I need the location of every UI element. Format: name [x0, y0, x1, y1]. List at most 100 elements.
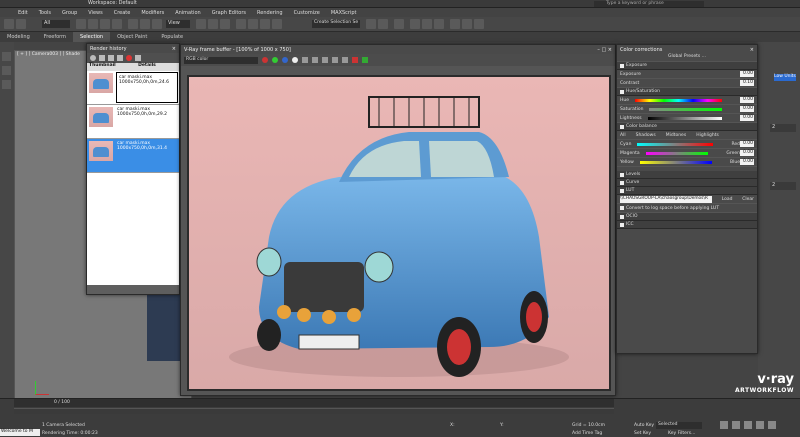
menu-maxscript[interactable]: MAXScript: [331, 10, 357, 16]
snap-toggle-icon[interactable]: [236, 19, 246, 29]
red-channel-icon[interactable]: [262, 57, 268, 63]
scale-icon[interactable]: [152, 19, 162, 29]
radio-highlights[interactable]: Highlights: [696, 133, 719, 138]
history-item[interactable]: car maski.max 1000x750,0h,0m,29.2: [87, 105, 179, 139]
render-teapot-icon[interactable]: [474, 19, 484, 29]
mirror-icon[interactable]: [366, 19, 376, 29]
keyboard-shortcut-icon[interactable]: [220, 19, 230, 29]
add-time-tag-button[interactable]: Add Time Tag: [572, 431, 602, 436]
ocio-checkbox[interactable]: [620, 214, 624, 219]
curve-checkbox[interactable]: [620, 180, 624, 185]
history-icon[interactable]: [332, 57, 338, 63]
ocio-section-header[interactable]: OCIO: [617, 213, 757, 221]
key-mode-dropdown[interactable]: Selected: [656, 422, 702, 429]
key-filters-button[interactable]: Key Filters...: [668, 431, 695, 436]
lut-path-input[interactable]: \\CHAOSGROUP-LA\chaosgroup\Demos\R: [620, 195, 712, 203]
layer-explorer-icon[interactable]: [394, 19, 404, 29]
magenta-green-slider[interactable]: [645, 151, 709, 155]
col-details[interactable]: Details: [115, 63, 179, 71]
menu-rendering[interactable]: Rendering: [257, 10, 283, 16]
zoom-icon[interactable]: [744, 421, 752, 429]
contrast-value[interactable]: 0.10: [740, 80, 754, 86]
render-icon[interactable]: [362, 57, 368, 63]
window-controls[interactable]: – □ ×: [597, 47, 612, 53]
folder-icon[interactable]: [99, 55, 105, 61]
select-object-icon[interactable]: [76, 19, 86, 29]
color-balance-section-header[interactable]: Color balance: [617, 123, 757, 131]
pivot-icon[interactable]: [196, 19, 206, 29]
track-bar[interactable]: [14, 408, 614, 414]
set-key-button[interactable]: Set Key: [634, 431, 651, 436]
huesat-checkbox[interactable]: [620, 89, 624, 94]
next-frame-icon[interactable]: [732, 421, 740, 429]
menu-create[interactable]: Create: [114, 10, 131, 16]
radio-midtones[interactable]: Midtones: [666, 133, 686, 138]
color-balance-checkbox[interactable]: [620, 124, 624, 129]
stop-render-icon[interactable]: [352, 57, 358, 63]
param-field-1[interactable]: 2: [770, 124, 796, 132]
tab-populate[interactable]: Populate: [154, 32, 190, 42]
cyan-red-value[interactable]: 0.00: [740, 141, 754, 147]
saturation-slider[interactable]: [649, 107, 722, 111]
maxscript-listener[interactable]: Welcome to M: [0, 429, 40, 436]
select-by-name-icon[interactable]: [88, 19, 98, 29]
reference-coord-dropdown[interactable]: View: [166, 20, 190, 28]
pan-icon[interactable]: [768, 421, 776, 429]
delete-icon[interactable]: [126, 55, 132, 61]
menu-views[interactable]: Views: [88, 10, 102, 16]
orbit-icon[interactable]: [756, 421, 764, 429]
command-panel-button[interactable]: Low Units: [774, 74, 796, 81]
tab-freeform[interactable]: Freeform: [37, 32, 73, 42]
create-icon[interactable]: [2, 52, 11, 61]
move-icon[interactable]: [128, 19, 138, 29]
clear-image-icon[interactable]: [312, 57, 318, 63]
history-item[interactable]: car maski.max 1000x750,0h,0m,24.6: [87, 71, 179, 105]
log-space-checkbox[interactable]: [620, 206, 624, 210]
tab-modeling[interactable]: Modeling: [0, 32, 37, 42]
icc-section-header[interactable]: ICC: [617, 221, 757, 229]
schematic-view-icon[interactable]: [422, 19, 432, 29]
menu-graph-editors[interactable]: Graph Editors: [212, 10, 246, 16]
saturation-value[interactable]: 0.00: [740, 106, 754, 112]
auto-key-button[interactable]: Auto Key: [634, 423, 654, 428]
percent-snap-icon[interactable]: [260, 19, 270, 29]
hue-slider[interactable]: [635, 98, 722, 102]
yellow-blue-value[interactable]: 0.00: [740, 159, 754, 165]
radio-all[interactable]: All: [620, 133, 626, 138]
compare-icon[interactable]: [135, 55, 141, 61]
lut-clear-button[interactable]: Clear: [742, 197, 754, 202]
angle-snap-icon[interactable]: [248, 19, 258, 29]
tab-object-paint[interactable]: Object Paint: [110, 32, 154, 42]
radio-shadows[interactable]: Shadows: [636, 133, 656, 138]
spinner-snap-icon[interactable]: [272, 19, 282, 29]
huesat-section-header[interactable]: Hue/Saturation: [617, 88, 757, 96]
curve-editor-icon[interactable]: [410, 19, 420, 29]
help-search-input[interactable]: Type a keyword or phrase: [594, 1, 704, 7]
curve-section-header[interactable]: Curve: [617, 179, 757, 187]
named-selection-dropdown[interactable]: Create Selection Se: [312, 20, 360, 28]
exposure-value[interactable]: 0.00: [740, 71, 754, 77]
time-slider[interactable]: 0 / 100: [14, 399, 614, 407]
undo-icon[interactable]: [4, 19, 14, 29]
align-icon[interactable]: [378, 19, 388, 29]
viewport-label[interactable]: [ + ] [ Camera003 ] [ Shade: [17, 52, 80, 57]
load-icon[interactable]: [117, 55, 123, 61]
menu-customize[interactable]: Customize: [294, 10, 320, 16]
vfb-titlebar[interactable]: V-Ray frame buffer - [100% of 1000 x 750…: [181, 45, 615, 54]
close-icon[interactable]: ×: [172, 46, 176, 52]
select-manipulate-icon[interactable]: [208, 19, 218, 29]
blue-channel-icon[interactable]: [282, 57, 288, 63]
exposure-section-header[interactable]: Exposure: [617, 62, 757, 70]
redo-icon[interactable]: [16, 19, 26, 29]
yellow-blue-slider[interactable]: [639, 160, 713, 164]
lightness-value[interactable]: 0.00: [740, 115, 754, 121]
close-icon[interactable]: ×: [750, 47, 754, 53]
render-view[interactable]: [187, 75, 611, 391]
play-icon[interactable]: [720, 421, 728, 429]
rendered-frame-icon[interactable]: [462, 19, 472, 29]
save-icon[interactable]: [108, 55, 114, 61]
hue-value[interactable]: 0.00: [740, 97, 754, 103]
render-history-titlebar[interactable]: Render history ×: [87, 44, 179, 53]
menu-tools[interactable]: Tools: [39, 10, 51, 16]
rect-region-icon[interactable]: [100, 19, 110, 29]
